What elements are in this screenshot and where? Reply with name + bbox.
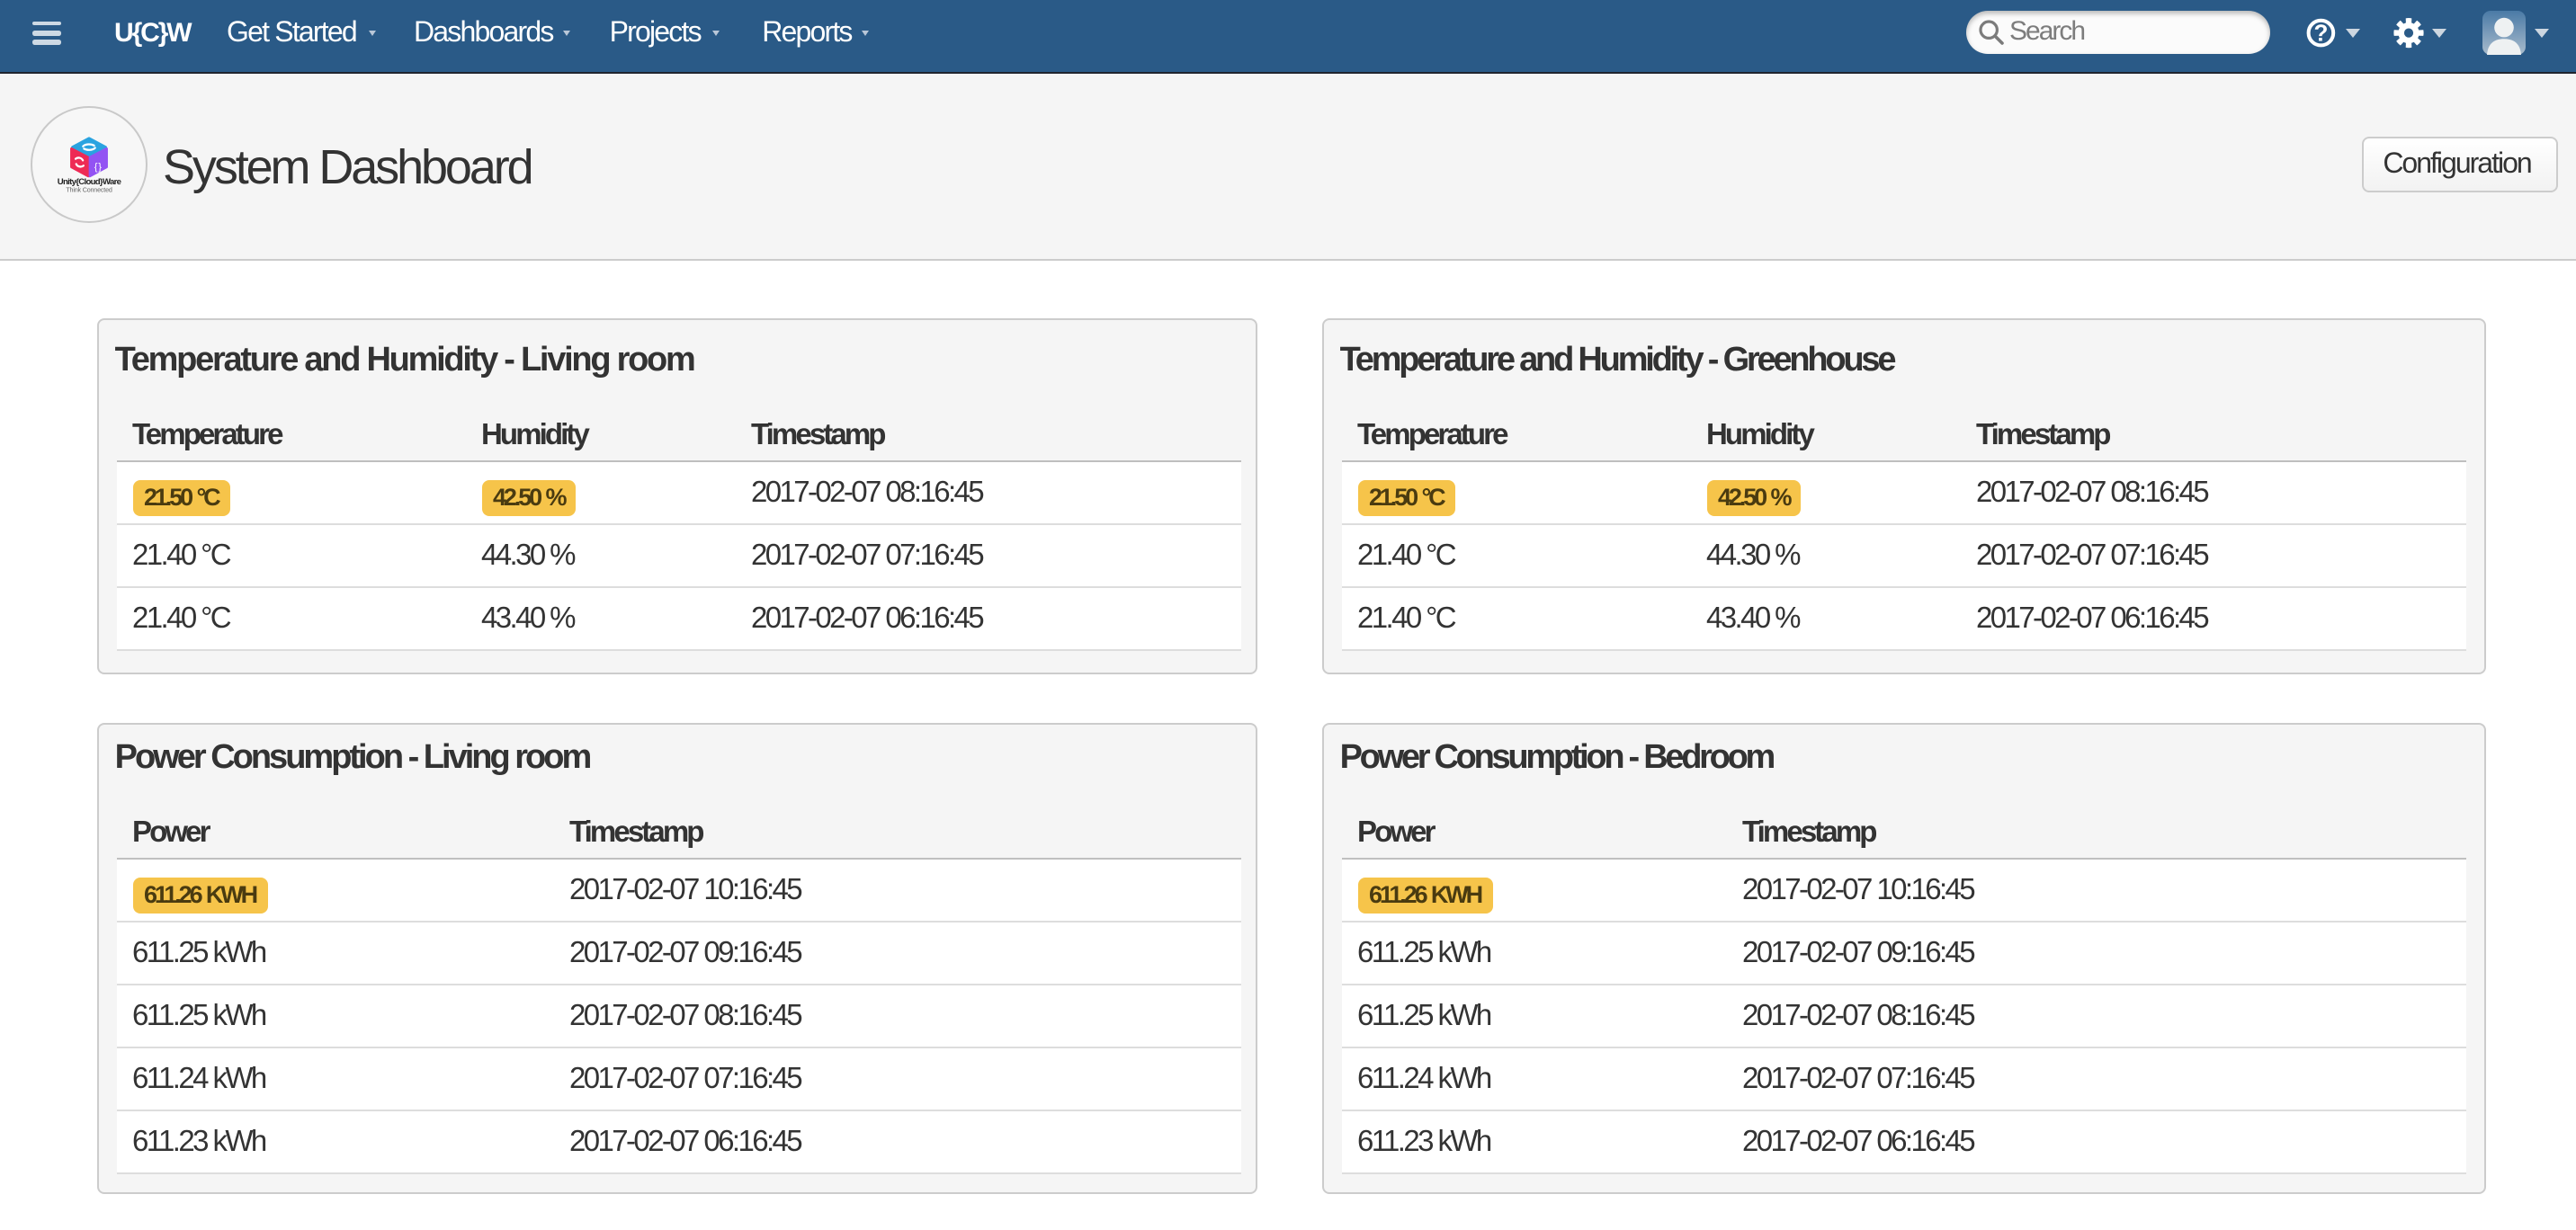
svg-text:{}: {} bbox=[94, 161, 102, 172]
svg-text:Think Connected: Think Connected bbox=[65, 185, 112, 193]
svg-text:?: ? bbox=[2313, 20, 2328, 47]
